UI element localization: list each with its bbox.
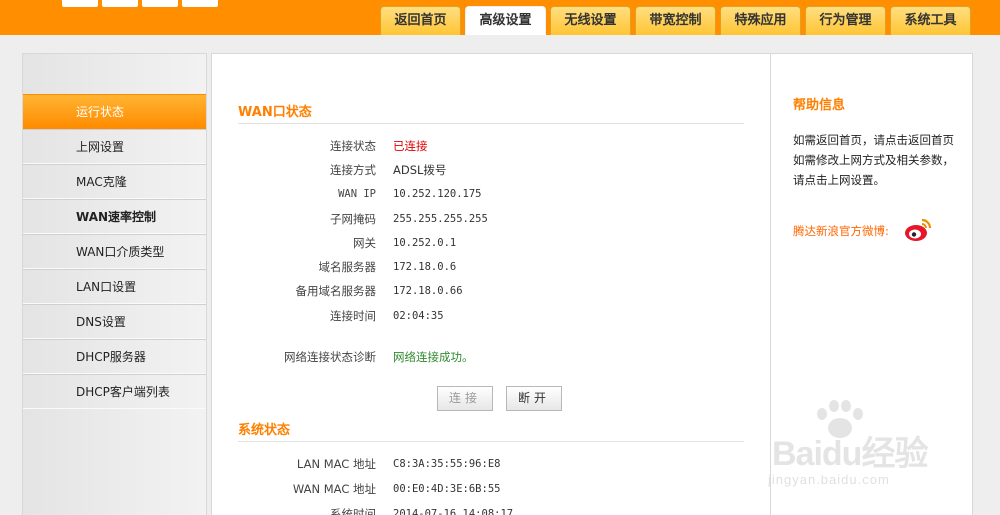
help-text: 如需返回首页，请点击返回首页 如需修改上网方式及相关参数，请点击上网设置。 [793, 133, 954, 187]
wan-row-diagnosis: 网络连接状态诊断 网络连接成功。 [284, 350, 474, 364]
weibo-icon[interactable] [904, 217, 932, 243]
brand-logo [62, 0, 262, 8]
main-tabs: 返回首页 高级设置 无线设置 带宽控制 特殊应用 行为管理 系统工具 [380, 6, 975, 35]
wan-status-title: WAN口状态 [238, 105, 312, 120]
wan-row-backup-dns: 备用域名服务器 172.18.0.66 [295, 284, 463, 298]
sidebar-item-dhcp-clients[interactable]: DHCP客户端列表 [23, 374, 206, 409]
wan-row-gateway: 网关 10.252.0.1 [353, 236, 457, 250]
help-title: 帮助信息 [793, 98, 846, 113]
weibo-link[interactable]: 腾达新浪官方微博: [793, 223, 889, 239]
main-area: 运行状态 上网设置 MAC克隆 WAN速率控制 WAN口介质类型 LAN口设置 … [22, 53, 973, 515]
sidebar-item-lan-settings[interactable]: LAN口设置 [23, 269, 206, 304]
sidebar-item-dns-settings[interactable]: DNS设置 [23, 304, 206, 339]
system-row-wan-mac: WAN MAC 地址 00:E0:4D:3E:6B:55 [292, 482, 501, 496]
tab-wireless-settings[interactable]: 无线设置 [550, 6, 631, 35]
help-panel: 帮助信息 如需返回首页，请点击返回首页 如需修改上网方式及相关参数，请点击上网设… [770, 53, 973, 515]
top-bar: 返回首页 高级设置 无线设置 带宽控制 特殊应用 行为管理 系统工具 [0, 0, 1000, 35]
wan-row-dns: 域名服务器 172.18.0.6 [318, 260, 457, 274]
divider [238, 123, 744, 124]
sidebar: 运行状态 上网设置 MAC克隆 WAN速率控制 WAN口介质类型 LAN口设置 … [22, 53, 207, 515]
connect-button[interactable]: 连接 [437, 386, 493, 411]
wan-row-wan-ip: WAN IP 10.252.120.175 [338, 188, 482, 200]
tab-advanced-settings[interactable]: 高级设置 [465, 6, 546, 35]
sidebar-item-dhcp-server[interactable]: DHCP服务器 [23, 339, 206, 374]
wan-row-connection-status: 连接状态 已连接 [330, 139, 428, 153]
connection-status-value: 已连接 [393, 139, 428, 153]
system-row-lan-mac: LAN MAC 地址 C8:3A:35:55:96:E8 [296, 457, 501, 471]
tab-home[interactable]: 返回首页 [380, 6, 461, 35]
sidebar-item-internet-settings[interactable]: 上网设置 [23, 129, 206, 164]
divider [238, 441, 744, 442]
wan-row-connection-type: 连接方式 ADSL拨号 [330, 163, 447, 177]
disconnect-button[interactable]: 断开 [506, 386, 562, 411]
sidebar-item-mac-clone[interactable]: MAC克隆 [23, 164, 206, 199]
system-status-title: 系统状态 [238, 423, 291, 438]
tab-system-tools[interactable]: 系统工具 [890, 6, 971, 35]
sidebar-item-wan-speed-control[interactable]: WAN速率控制 [23, 199, 206, 234]
tab-behavior-management[interactable]: 行为管理 [805, 6, 886, 35]
diagnosis-result: 网络连接成功。 [393, 350, 474, 364]
sidebar-item-run-status[interactable]: 运行状态 [23, 94, 206, 129]
system-row-system-time: 系统时间 2014-07-16 14:08:17 [330, 507, 514, 515]
tab-bandwidth-control[interactable]: 带宽控制 [635, 6, 716, 35]
sidebar-item-wan-media-type[interactable]: WAN口介质类型 [23, 234, 206, 269]
wan-row-subnet-mask: 子网掩码 255.255.255.255 [330, 212, 488, 226]
status-panel: WAN口状态 连接状态 已连接 连接方式 ADSL拨号 WAN IP 10.25… [211, 53, 771, 515]
wan-row-connection-time: 连接时间 02:04:35 [330, 309, 444, 323]
tab-special-apps[interactable]: 特殊应用 [720, 6, 801, 35]
